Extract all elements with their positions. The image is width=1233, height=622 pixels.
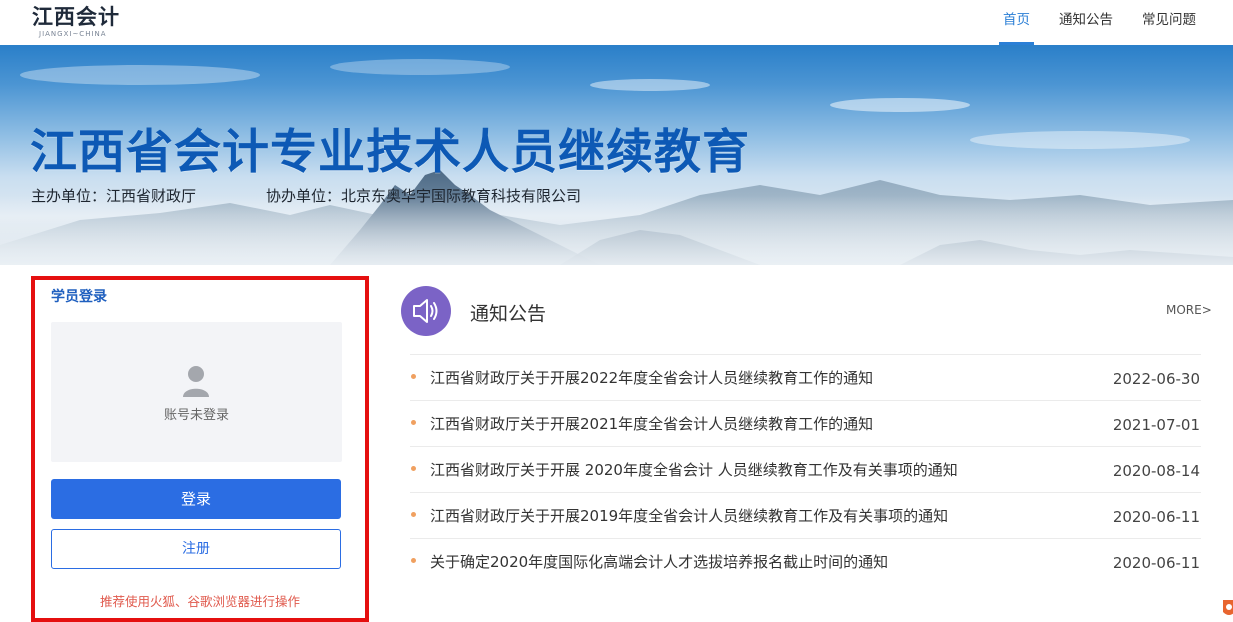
notice-item-date: 2022-06-30 xyxy=(1112,370,1200,388)
notice-item[interactable]: 江西省财政厅关于开展2019年度全省会计人员继续教育工作及有关事项的通知 202… xyxy=(410,492,1201,538)
bullet-dot-icon xyxy=(411,374,416,379)
login-status-text: 账号未登录 xyxy=(163,408,229,423)
notice-item-title[interactable]: 江西省财政厅关于开展2021年度全省会计人员继续教育工作的通知 xyxy=(430,413,873,434)
user-status-box: 账号未登录 xyxy=(51,322,342,462)
notice-list: 江西省财政厅关于开展2022年度全省会计人员继续教育工作的通知 2022-06-… xyxy=(410,354,1201,584)
notice-item[interactable]: 关于确定2020年度国际化高端会计人才选拔培养报名截止时间的通知 2020-06… xyxy=(410,538,1201,584)
nav-item-faq[interactable]: 常见问题 xyxy=(1142,0,1196,45)
nav-item-notices[interactable]: 通知公告 xyxy=(1059,0,1113,45)
logo-title: 江西会计 xyxy=(32,5,120,29)
browser-recommendation-tip: 推荐使用火狐、谷歌浏览器进行操作 xyxy=(99,594,300,609)
notice-item[interactable]: 江西省财政厅关于开展2021年度全省会计人员继续教育工作的通知 2021-07-… xyxy=(410,400,1201,446)
login-button[interactable]: 登录 xyxy=(51,479,341,519)
bullet-dot-icon xyxy=(411,558,416,563)
floating-widget-icon[interactable] xyxy=(1221,598,1233,620)
bullet-dot-icon xyxy=(411,420,416,425)
notice-item-date: 2020-06-11 xyxy=(1112,508,1200,526)
top-navigation-bar: 江西会计 JIANGXI~CHINA 首页 通知公告 常见问题 xyxy=(0,0,1233,45)
bullet-dot-icon xyxy=(411,512,416,517)
notice-item-date: 2020-08-14 xyxy=(1112,462,1200,480)
more-notices-link[interactable]: MORE> xyxy=(1166,303,1212,317)
notices-section-title: 通知公告 xyxy=(470,303,547,325)
site-logo[interactable]: 江西会计 JIANGXI~CHINA xyxy=(32,4,120,38)
student-login-panel: 学员登录 账号未登录 登录 注册 推荐使用火狐、谷歌浏览器进行操作 xyxy=(31,276,369,622)
banner-title: 江西省会计专业技术人员继续教育 xyxy=(30,125,750,180)
notice-item-date: 2021-07-01 xyxy=(1112,416,1200,434)
bullet-dot-icon xyxy=(411,466,416,471)
notice-item-title[interactable]: 江西省财政厅关于开展 2020年度全省会计 人员继续教育工作及有关事项的通知 xyxy=(430,459,958,480)
notice-item-title[interactable]: 关于确定2020年度国际化高端会计人才选拔培养报名截止时间的通知 xyxy=(430,551,888,572)
user-avatar-icon xyxy=(183,366,209,397)
notice-item-title[interactable]: 江西省财政厅关于开展2019年度全省会计人员继续教育工作及有关事项的通知 xyxy=(430,505,948,526)
register-button[interactable]: 注册 xyxy=(51,529,341,569)
banner-co-organizer: 协办单位：北京东奥华宇国际教育科技有限公司 xyxy=(266,187,582,205)
main-nav: 首页 通知公告 常见问题 xyxy=(999,0,1233,45)
notice-item-title[interactable]: 江西省财政厅关于开展2022年度全省会计人员继续教育工作的通知 xyxy=(430,367,873,388)
notice-item[interactable]: 江西省财政厅关于开展 2020年度全省会计 人员继续教育工作及有关事项的通知 2… xyxy=(410,446,1201,492)
nav-item-home[interactable]: 首页 xyxy=(999,0,1034,45)
notice-icon-circle xyxy=(401,286,451,336)
logo-subtitle: JIANGXI~CHINA xyxy=(39,30,107,38)
login-panel-title: 学员登录 xyxy=(51,289,107,305)
hero-banner: 江西省会计专业技术人员继续教育 主办单位：江西省财政厅 协办单位：北京东奥华宇国… xyxy=(0,45,1233,265)
speaker-icon xyxy=(413,299,438,323)
banner-sponsor: 主办单位：江西省财政厅 xyxy=(31,187,197,205)
notice-item[interactable]: 江西省财政厅关于开展2022年度全省会计人员继续教育工作的通知 2022-06-… xyxy=(410,354,1201,400)
notice-item-date: 2020-06-11 xyxy=(1112,554,1200,572)
